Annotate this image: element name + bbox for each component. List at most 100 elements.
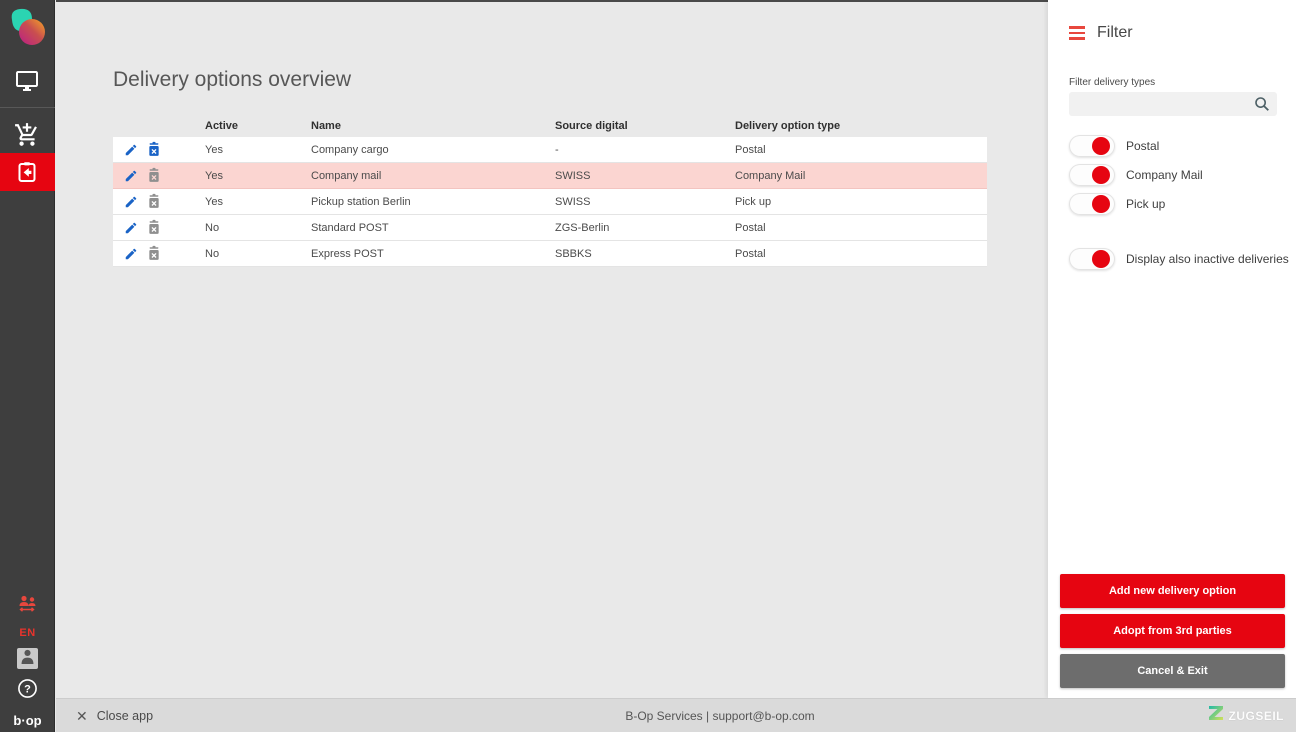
monitor-icon	[15, 69, 39, 93]
filter-toggle-row: Pick up	[1069, 193, 1296, 215]
zugseil-z-icon	[1209, 706, 1224, 725]
app-logo-icon	[11, 8, 45, 45]
cell-active: Yes	[205, 143, 223, 156]
zugseil-brand-text: ZUGSEIL	[1228, 708, 1284, 723]
cell-delivery-option-type: Pick up	[735, 195, 772, 208]
filter-toggle-row: Company Mail	[1069, 164, 1296, 186]
clipboard-return-icon	[15, 160, 39, 184]
edit-icon[interactable]	[124, 142, 138, 158]
filter-toggle-row: Postal	[1069, 135, 1296, 157]
column-header-type: Delivery option type	[735, 120, 841, 132]
table-row[interactable]: No Express POST SBBKS Postal	[113, 241, 987, 267]
delivery-type-toggles: Postal Company Mail Pick up	[1048, 135, 1296, 215]
delete-icon[interactable]	[147, 219, 161, 236]
row-actions	[113, 141, 205, 158]
delete-icon[interactable]	[147, 193, 161, 210]
user-avatar[interactable]	[17, 648, 38, 669]
cancel-exit-button[interactable]: Cancel & Exit	[1060, 654, 1285, 688]
cell-delivery-option-type: Postal	[735, 221, 766, 234]
close-icon: ✕	[76, 707, 88, 724]
filter-search-label: Filter delivery types	[1069, 77, 1156, 88]
sidebar-item-dashboard[interactable]	[0, 62, 55, 99]
language-selector[interactable]: EN	[19, 627, 35, 639]
cell-delivery-option-type: Postal	[735, 247, 766, 260]
cell-active: No	[205, 221, 220, 234]
edit-icon[interactable]	[124, 220, 138, 236]
edit-icon[interactable]	[124, 246, 138, 262]
bop-logo: b·op	[13, 713, 42, 728]
sidebar-bottom: EN ? b·op	[0, 595, 55, 728]
svg-text:?: ?	[24, 684, 31, 696]
row-actions	[113, 245, 205, 262]
cell-source-digital: SWISS	[555, 169, 591, 182]
sidebar-item-deliveries[interactable]	[0, 153, 55, 191]
sidebar-divider	[0, 107, 55, 108]
column-header-active: Active	[205, 120, 239, 132]
inactive-deliveries-toggle-row: Display also inactive deliveries	[1069, 248, 1296, 270]
add-cart-icon	[14, 122, 40, 148]
cell-delivery-option-type: Postal	[735, 143, 766, 156]
cell-name: Company mail	[311, 169, 382, 182]
inactive-deliveries-toggle[interactable]	[1069, 248, 1115, 270]
cell-delivery-option-type: Company Mail	[735, 169, 806, 182]
adopt-3rd-parties-button[interactable]: Adopt from 3rd parties	[1060, 614, 1285, 648]
filter-toggle[interactable]	[1069, 193, 1115, 215]
page-title: Delivery options overview	[113, 68, 352, 91]
filter-panel: Filter Filter delivery types Postal Compa…	[1048, 0, 1296, 698]
toggle-label: Company Mail	[1126, 168, 1203, 182]
table-row[interactable]: No Standard POST ZGS-Berlin Postal	[113, 215, 987, 241]
column-header-source: Source digital	[555, 120, 628, 132]
edit-icon[interactable]	[124, 168, 138, 184]
filter-toggle[interactable]	[1069, 164, 1115, 186]
cell-source-digital: SBBKS	[555, 247, 592, 260]
filter-panel-buttons: Add new delivery option Adopt from 3rd p…	[1060, 574, 1285, 688]
filter-menu-icon[interactable]	[1069, 26, 1085, 40]
toggle-label: Postal	[1126, 139, 1160, 153]
row-actions	[113, 219, 205, 236]
footer-support-text: B-Op Services | support@b-op.com	[625, 708, 815, 723]
toggle-label: Display also inactive deliveries	[1126, 252, 1289, 266]
filter-panel-title: Filter	[1097, 24, 1133, 41]
cell-name: Pickup station Berlin	[311, 195, 411, 208]
column-header-name: Name	[311, 120, 341, 132]
user-transfer-icon[interactable]	[17, 595, 39, 618]
help-icon[interactable]: ?	[17, 678, 38, 704]
cell-active: No	[205, 247, 220, 260]
table-row[interactable]: Yes Company cargo - Postal	[113, 137, 987, 163]
close-app-button[interactable]: ✕ Close app	[76, 709, 153, 723]
cell-source-digital: -	[555, 143, 559, 156]
filter-search-input[interactable]	[1069, 92, 1277, 116]
edit-icon[interactable]	[124, 194, 138, 210]
table-header-row: Active Name Source digital Delivery opti…	[113, 115, 987, 137]
cell-source-digital: ZGS-Berlin	[555, 221, 610, 234]
table-row[interactable]: Yes Company mail SWISS Company Mail	[113, 163, 987, 189]
cell-name: Standard POST	[311, 221, 389, 234]
filter-toggle[interactable]	[1069, 135, 1115, 157]
sidebar: EN ? b·op	[0, 0, 55, 732]
cell-name: Company cargo	[311, 143, 389, 156]
delete-icon[interactable]	[147, 245, 161, 262]
add-delivery-option-button[interactable]: Add new delivery option	[1060, 574, 1285, 608]
cell-name: Express POST	[311, 247, 384, 260]
table-body: Yes Company cargo - Postal Yes Company mail SW…	[113, 137, 987, 267]
main-content: Delivery options overview Active Name So…	[56, 0, 1048, 698]
sidebar-item-shop[interactable]	[0, 116, 55, 153]
delete-icon[interactable]	[147, 141, 161, 158]
app-root: EN ? b·op Delivery options overview Acti…	[0, 0, 1296, 732]
footer: ✕ Close app B-Op Services | support@b-op…	[56, 698, 1296, 732]
close-app-label: Close app	[96, 708, 154, 723]
filter-header: Filter	[1069, 24, 1296, 42]
delivery-options-table: Active Name Source digital Delivery opti…	[113, 115, 987, 267]
avatar-icon	[19, 648, 36, 669]
row-actions	[113, 167, 205, 184]
cell-active: Yes	[205, 195, 223, 208]
cell-active: Yes	[205, 169, 223, 182]
search-icon[interactable]	[1254, 96, 1270, 117]
filter-search	[1069, 92, 1277, 116]
zugseil-logo: ZUGSEIL	[1209, 706, 1284, 725]
table-row[interactable]: Yes Pickup station Berlin SWISS Pick up	[113, 189, 987, 215]
delete-icon[interactable]	[147, 167, 161, 184]
toggle-label: Pick up	[1126, 197, 1166, 211]
row-actions	[113, 193, 205, 210]
app-logo[interactable]	[6, 6, 48, 50]
